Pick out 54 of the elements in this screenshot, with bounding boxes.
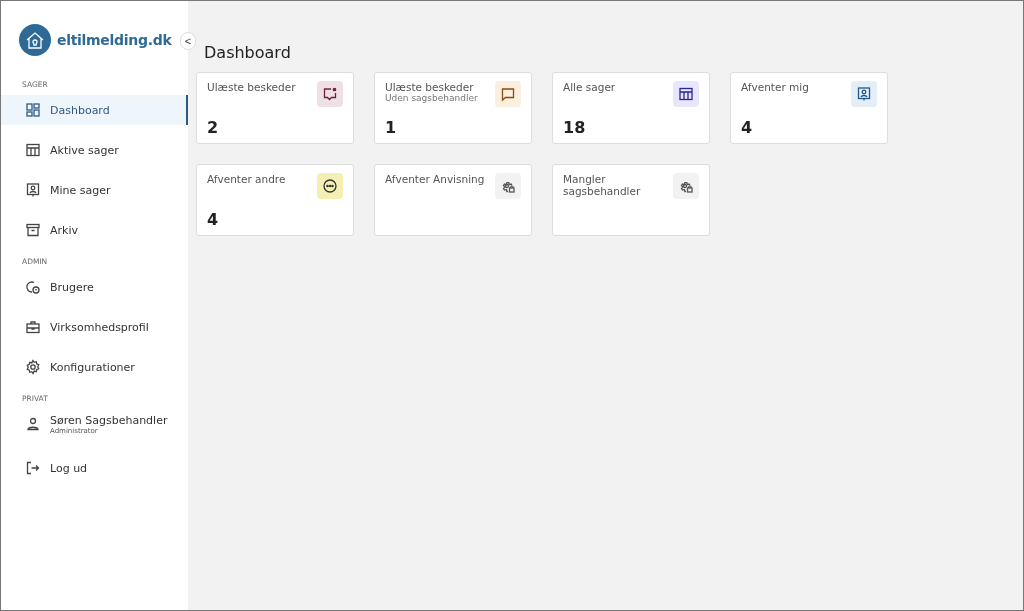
card-title: Ulæste beskeder [207, 81, 296, 93]
nav-label: Mine sager [50, 183, 111, 197]
card-title: Afventer Anvisning [385, 173, 485, 185]
stat-card[interactable]: Ulæste beskeder Uden sagsbehandler 1 [374, 72, 532, 144]
nav-label: Brugere [50, 280, 94, 294]
person-icon [25, 416, 41, 432]
chat-bubble-icon [322, 86, 338, 102]
card-count: 2 [207, 118, 220, 137]
table-icon [678, 86, 694, 102]
logout-item[interactable]: Log ud [1, 453, 188, 483]
nav-label: Konfigurationer [50, 360, 135, 374]
nav-label: Virksomhedsprofil [50, 320, 149, 334]
stat-card[interactable]: Afventer andre 4 [196, 164, 354, 236]
card-count: 4 [741, 118, 754, 137]
nav-label: Arkiv [50, 223, 78, 237]
page-title: Dashboard [204, 43, 292, 62]
house-logo-icon [19, 24, 51, 56]
card-title: Alle sager [563, 81, 616, 93]
nav-label: Log ud [50, 461, 88, 475]
nav-item[interactable]: Konfigurationer [1, 352, 188, 382]
settings-icon [25, 359, 41, 375]
briefcase-icon [25, 319, 41, 335]
nav-item[interactable]: Dashboard [1, 95, 188, 125]
nav-label: Aktive sager [50, 143, 119, 157]
stat-card[interactable]: Afventer mig 4 [730, 72, 888, 144]
table-icon [25, 142, 41, 158]
nav-label: Søren Sagsbehandler [50, 413, 168, 427]
nav-label: Dashboard [50, 103, 110, 117]
card-title: Afventer mig [741, 81, 809, 93]
stat-card[interactable]: Alle sager 18 [552, 72, 710, 144]
collapse-sidebar-button[interactable]: < [180, 32, 196, 50]
portrait-icon [856, 86, 872, 102]
stat-card[interactable]: Afventer Anvisning [374, 164, 532, 236]
nav-item[interactable]: Virksomhedsprofil [1, 312, 188, 342]
card-count: 1 [385, 118, 398, 137]
card-title: Afventer andre [207, 173, 286, 185]
chat-bubble-icon [500, 86, 516, 102]
nav-item[interactable]: Arkiv [1, 215, 188, 245]
ellipsis-icon [322, 178, 338, 194]
nav-item[interactable]: Aktive sager [1, 135, 188, 165]
nav-item[interactable]: Brugere [1, 272, 188, 302]
card-title: Mangler sagsbehandler [563, 173, 642, 197]
logout-icon [25, 460, 41, 476]
card-count: 18 [563, 118, 587, 137]
nav-item[interactable]: Mine sager [1, 175, 188, 205]
stat-card[interactable]: Ulæste beskeder 2 [196, 72, 354, 144]
brand-name: eltilmelding.dk [57, 32, 172, 48]
card-subtitle: Uden sagsbehandler [385, 93, 478, 103]
card-count: 4 [207, 210, 220, 229]
archive-box-icon [25, 222, 41, 238]
portrait-icon [25, 182, 41, 198]
stat-card[interactable]: Mangler sagsbehandler [552, 164, 710, 236]
grid-icon [25, 102, 41, 118]
card-title: Ulæste beskeder [385, 81, 475, 93]
